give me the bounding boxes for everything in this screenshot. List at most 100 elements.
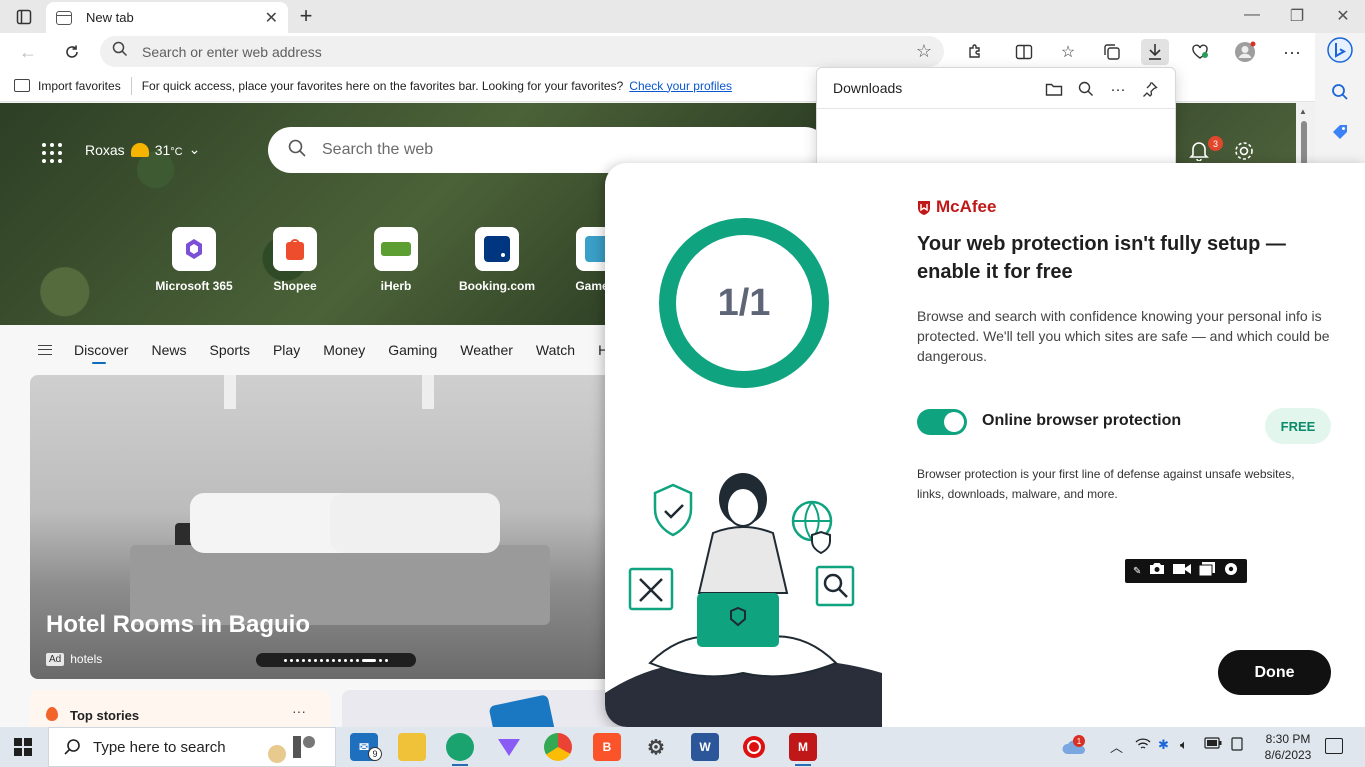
done-button[interactable]: Done <box>1218 650 1331 695</box>
hero-ad-card[interactable]: Hotel Rooms in Baguio Ad hotels <box>30 375 630 679</box>
quick-link-booking[interactable]: Booking.com <box>453 227 541 293</box>
quick-link-label: Microsoft 365 <box>155 279 233 293</box>
show-hidden-icons-icon[interactable]: ︿ <box>1110 737 1123 756</box>
search-icon <box>288 139 306 162</box>
wifi-icon[interactable] <box>1135 737 1151 754</box>
restore-icon[interactable]: ❐ <box>1282 6 1312 26</box>
address-bar[interactable]: Search or enter web address ☆ <box>100 36 944 67</box>
feed-tab-sports[interactable]: Sports <box>209 342 249 358</box>
microsoft-365-icon <box>172 227 216 271</box>
taskbar-search-box[interactable]: Type here to search <box>48 727 336 767</box>
split-screen-icon[interactable] <box>1010 39 1038 65</box>
favorites-icon[interactable]: ☆ <box>1054 39 1082 65</box>
tab-title: New tab <box>86 10 134 25</box>
feed-tab-news[interactable]: News <box>151 342 186 358</box>
quick-link-iherb[interactable]: iHerb <box>352 227 440 293</box>
check-profiles-link[interactable]: Check your profiles <box>629 79 732 93</box>
open-folder-icon[interactable] <box>1043 78 1065 100</box>
import-icon <box>14 79 30 92</box>
camera-icon[interactable] <box>1149 562 1165 580</box>
minimize-icon[interactable]: — <box>1237 6 1267 24</box>
scroll-up-arrow-icon[interactable]: ▲ <box>1299 107 1307 116</box>
profile-avatar-icon[interactable] <box>1231 39 1259 65</box>
web-search-placeholder: Search the web <box>322 141 434 158</box>
downloads-icon[interactable] <box>1141 39 1169 65</box>
page-settings-gear-icon[interactable] <box>1233 140 1255 162</box>
top-stories-label: Top stories <box>70 708 140 723</box>
edge-browser-icon[interactable] <box>446 733 474 766</box>
search-downloads-icon[interactable] <box>1075 78 1097 100</box>
feed-tab-gaming[interactable]: Gaming <box>388 342 437 358</box>
word-app-icon[interactable]: W <box>691 733 719 761</box>
record-app-icon[interactable] <box>740 733 768 761</box>
settings-app-icon[interactable]: ⚙ <box>642 733 670 761</box>
proton-vpn-icon[interactable] <box>495 733 523 761</box>
quick-link-microsoft-365[interactable]: Microsoft 365 <box>150 227 238 293</box>
feed-tab-money[interactable]: Money <box>323 342 365 358</box>
windows-taskbar: Type here to search ✉ 9 B ⚙ W M 1 ︿ ✱ 🔈︎… <box>0 727 1365 767</box>
search-highlight-icon <box>263 732 321 767</box>
performance-icon[interactable] <box>1186 39 1214 65</box>
app-launcher-icon[interactable] <box>42 143 62 163</box>
import-favorites-button[interactable]: Import favorites <box>14 79 121 93</box>
mail-unread-badge: 9 <box>368 747 382 761</box>
mcafee-shield-icon <box>918 201 930 215</box>
chrome-icon[interactable] <box>544 733 572 761</box>
close-window-icon[interactable]: ✕ <box>1328 6 1358 26</box>
windows-start-icon[interactable] <box>14 738 32 756</box>
quick-links: Microsoft 365 Shopee iHerb Booking.com G… <box>150 227 642 293</box>
bing-copilot-icon[interactable] <box>1327 37 1353 63</box>
device-icon[interactable] <box>1230 737 1244 754</box>
carousel-pager[interactable] <box>256 653 416 667</box>
video-camera-icon[interactable] <box>1173 562 1192 580</box>
top-stories-card[interactable]: Top stories ··· <box>30 690 330 727</box>
tab-actions-icon[interactable] <box>10 6 38 28</box>
more-options-icon[interactable]: ··· <box>1278 39 1306 65</box>
close-tab-icon[interactable]: ✕ <box>265 8 278 28</box>
lamp-image <box>224 375 236 409</box>
more-options-icon[interactable]: ··· <box>292 703 306 719</box>
clock-time: 8:30 PM <box>1265 732 1311 746</box>
sidebar-search-icon[interactable] <box>1327 79 1353 105</box>
progress-counter: 1/1 <box>717 281 771 324</box>
notification-center-icon[interactable] <box>1325 738 1343 754</box>
new-tab-button[interactable]: + <box>294 3 318 29</box>
downloads-flyout: Downloads ··· <box>816 67 1176 177</box>
address-placeholder: Search or enter web address <box>142 43 322 60</box>
browser-protection-toggle[interactable] <box>917 409 967 435</box>
bluetooth-icon[interactable]: ✱ <box>1158 737 1169 753</box>
weather-widget[interactable]: Roxas 31°C ⌄ <box>85 141 200 158</box>
refresh-icon[interactable] <box>60 40 84 64</box>
back-icon[interactable]: ← <box>16 40 40 64</box>
feed-tab-weather[interactable]: Weather <box>460 342 513 358</box>
shopping-tag-icon[interactable] <box>1327 119 1353 145</box>
clock-date: 8/6/2023 <box>1264 748 1312 762</box>
collections-icon[interactable] <box>1098 39 1126 65</box>
window-icon[interactable] <box>1198 561 1216 581</box>
card-ad-attribution: Ad hotels <box>46 652 102 666</box>
quick-link-shopee[interactable]: Shopee <box>251 227 339 293</box>
weather-sun-icon <box>130 142 149 157</box>
feed-tab-play[interactable]: Play <box>273 342 300 358</box>
news-card[interactable] <box>342 690 642 727</box>
file-explorer-icon[interactable] <box>398 733 426 761</box>
pin-icon[interactable] <box>1139 78 1161 100</box>
ad-badge: Ad <box>46 652 65 666</box>
volume-icon[interactable]: 🔈︎ <box>1180 737 1188 753</box>
system-clock[interactable]: 8:30 PM 8/6/2023 <box>1258 731 1318 763</box>
toggle-label: Online browser protection <box>982 412 1182 429</box>
favorite-star-icon[interactable]: ☆ <box>916 41 932 62</box>
brand-name: McAfee <box>936 197 997 216</box>
extensions-icon[interactable] <box>961 39 989 65</box>
feed-tab-discover[interactable]: Discover <box>74 342 128 364</box>
mcafee-app-icon[interactable]: M <box>789 733 817 766</box>
edit-icon[interactable]: ✎ <box>1133 566 1141 577</box>
settings-gear-icon[interactable] <box>1223 561 1239 582</box>
more-options-icon[interactable]: ··· <box>1107 78 1129 100</box>
hamburger-menu-icon[interactable] <box>38 345 52 355</box>
scrollbar-thumb[interactable] <box>1301 121 1307 165</box>
feed-tab-watch[interactable]: Watch <box>536 342 575 358</box>
brave-icon[interactable]: B <box>593 733 621 761</box>
tab-new-tab[interactable]: New tab ✕ <box>46 2 288 33</box>
battery-icon[interactable] <box>1204 737 1222 752</box>
